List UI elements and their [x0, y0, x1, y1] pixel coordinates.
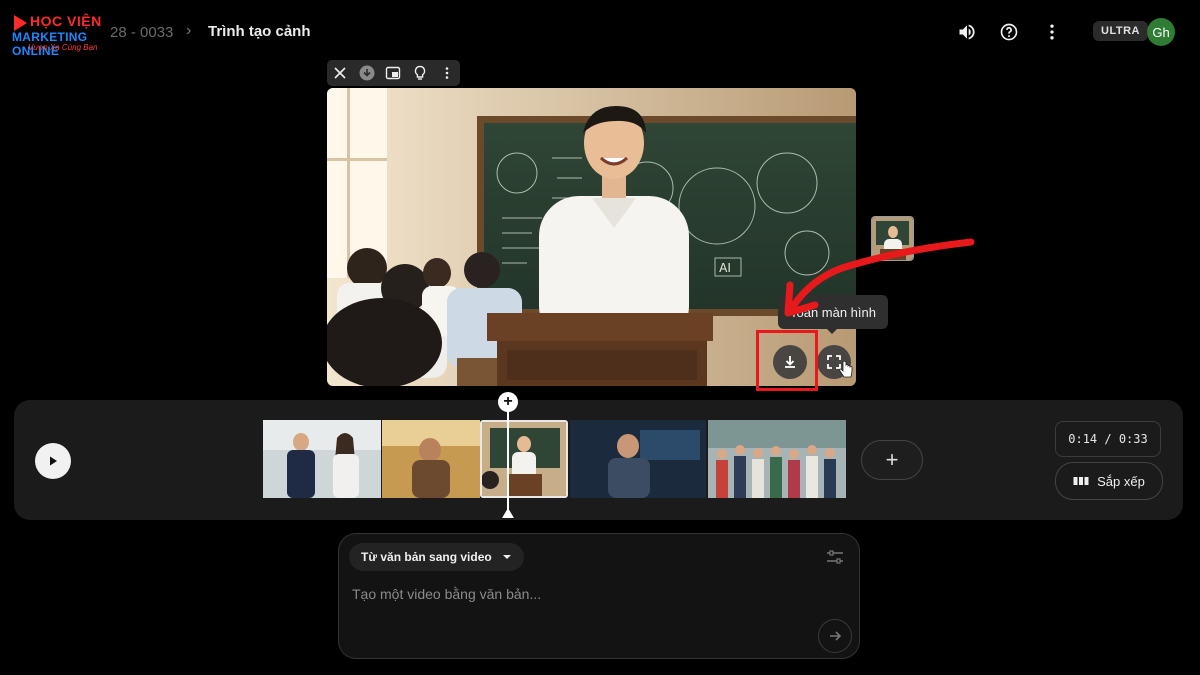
help-icon	[1000, 23, 1018, 41]
send-button[interactable]	[818, 619, 852, 653]
add-clip-button[interactable]: +	[861, 440, 923, 480]
prompt-settings-button[interactable]	[824, 546, 846, 568]
extend-clip-button[interactable]	[382, 62, 404, 84]
plan-badge: ULTRA	[1093, 21, 1148, 41]
annotation-highlight-box	[756, 330, 818, 391]
more-vert-icon	[445, 67, 448, 79]
breadcrumb-separator: ›	[186, 22, 192, 39]
close-icon	[334, 67, 346, 79]
play-icon	[50, 456, 57, 466]
clip-toolbar	[327, 60, 460, 86]
academy-logo: HỌC VIỆN MARKETING ONLINE Vươn Xa Cùng B…	[6, 8, 116, 58]
playhead[interactable]	[507, 410, 509, 514]
volume-icon	[959, 24, 975, 40]
clip-teacher-classroom-thumbnail	[482, 422, 566, 496]
idea-button[interactable]	[409, 62, 431, 84]
play-button[interactable]	[35, 443, 71, 479]
logo-line1: HỌC VIỆN	[30, 13, 102, 29]
caret-down-icon	[502, 555, 511, 559]
generation-mode-dropdown[interactable]: Từ văn bản sang video	[349, 543, 524, 571]
tooltip-pointer	[826, 328, 838, 334]
clip-group-office-thumbnail	[708, 420, 846, 498]
clip-interview-thumbnail	[263, 420, 381, 498]
page-title: Trình tạo cảnh	[208, 23, 311, 40]
clip-man-studio-thumbnail	[570, 420, 706, 498]
close-clip-button[interactable]	[329, 62, 351, 84]
help-button[interactable]	[995, 18, 1023, 46]
generation-mode-label: Từ văn bản sang video	[361, 550, 492, 564]
timecode-display: 0:14 / 0:33	[1055, 421, 1161, 457]
arrange-clips-icon	[1073, 477, 1089, 485]
clip-elder-field-thumbnail	[382, 420, 480, 498]
more-options-button[interactable]	[1038, 18, 1066, 46]
volume-button[interactable]	[953, 18, 981, 46]
annotation-arrow-icon	[784, 238, 975, 317]
clip-more-button[interactable]	[436, 62, 458, 84]
arrange-label: Sắp xếp	[1097, 473, 1145, 489]
arrange-button[interactable]: Sắp xếp	[1055, 462, 1163, 500]
arrow-right-icon	[830, 631, 842, 641]
avatar[interactable]: Gh	[1147, 18, 1175, 46]
more-vert-icon	[1050, 24, 1054, 40]
hand-cursor-icon	[839, 360, 853, 378]
timeline-clip-4[interactable]	[570, 420, 706, 498]
prompt-input[interactable]	[350, 582, 814, 606]
logo-tagline: Vươn Xa Cùng Bạn	[28, 43, 98, 52]
breadcrumb-project-id[interactable]: 28 - 0033	[110, 24, 173, 41]
timeline-clip-2[interactable]	[382, 420, 480, 498]
playhead-add-button[interactable]: +	[498, 392, 518, 412]
download-circle-icon	[359, 65, 375, 81]
idea-bulb-icon	[414, 65, 426, 80]
timeline-clip-3-selected[interactable]	[480, 420, 568, 498]
svg-text:AI: AI	[719, 261, 731, 275]
timeline-clip-5[interactable]	[708, 420, 846, 498]
playhead-handle[interactable]	[502, 508, 514, 518]
extend-clip-icon	[386, 66, 401, 80]
timeline-clip-1[interactable]	[263, 420, 381, 498]
sliders-icon	[827, 550, 843, 564]
download-clip-button[interactable]	[356, 62, 378, 84]
